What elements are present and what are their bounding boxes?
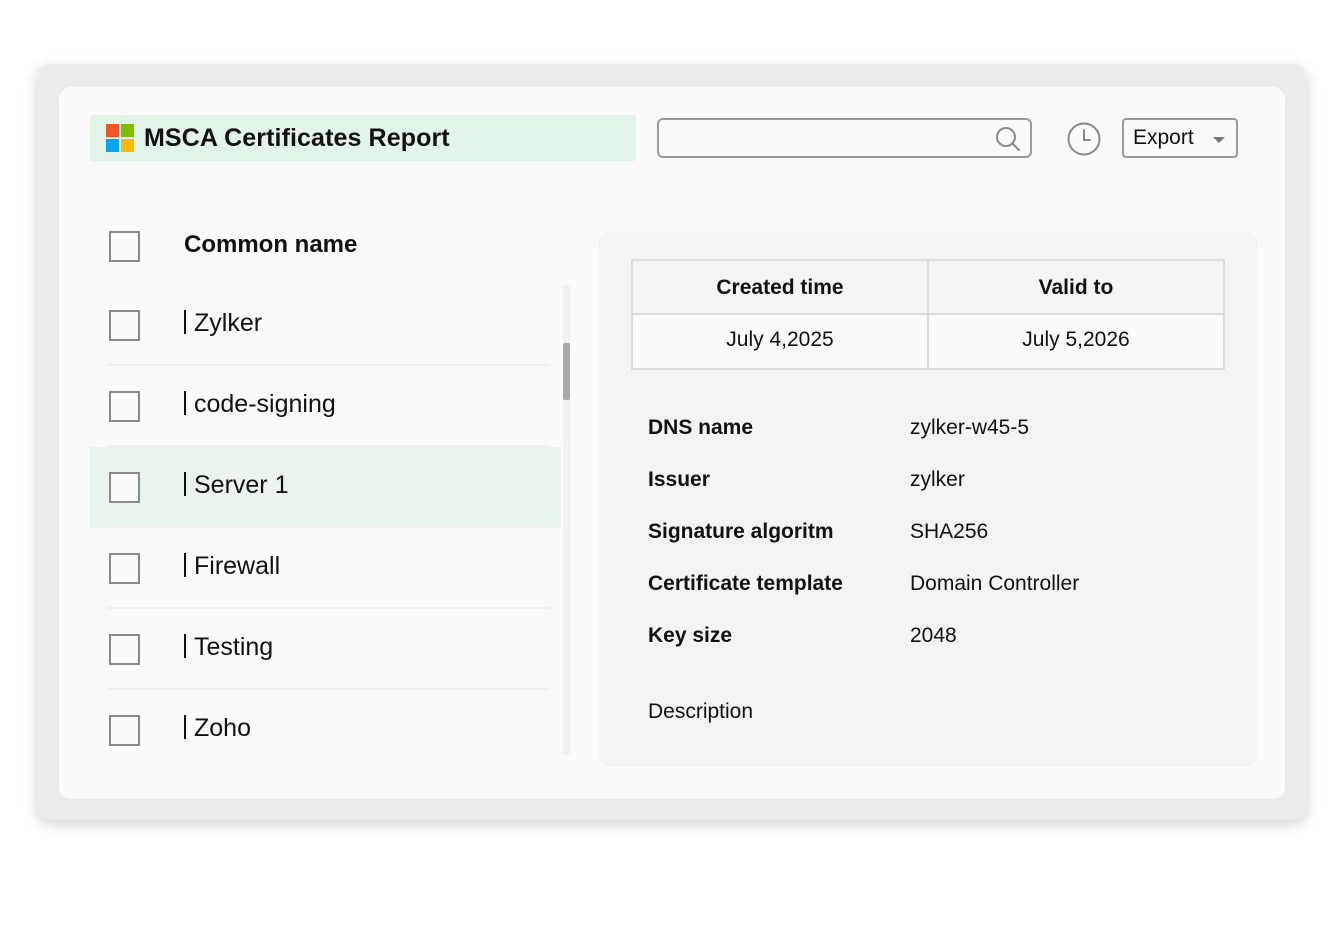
property-row-issuer: Issuer zylker bbox=[648, 468, 1208, 498]
property-value: SHA256 bbox=[910, 520, 989, 543]
property-value: zylker bbox=[910, 468, 965, 491]
property-row-key-size: Key size 2048 bbox=[648, 624, 1208, 654]
row-label: Server 1 bbox=[194, 471, 289, 499]
list-item[interactable]: Firewall bbox=[90, 528, 561, 609]
export-label: Export bbox=[1133, 126, 1194, 149]
report-title-bar: MSCA Certificates Report bbox=[90, 115, 636, 161]
property-key: Certificate template bbox=[648, 572, 843, 595]
property-value: zylker-w45-5 bbox=[910, 416, 1030, 439]
property-key: Key size bbox=[648, 624, 733, 647]
row-label: Firewall bbox=[194, 552, 281, 580]
row-checkbox[interactable] bbox=[109, 553, 140, 584]
search-box[interactable] bbox=[657, 118, 1032, 158]
row-label: code-signing bbox=[194, 390, 336, 418]
list-item[interactable]: Testing bbox=[90, 609, 561, 690]
row-checkbox[interactable] bbox=[109, 310, 140, 341]
property-row-dns-name: DNS name zylker-w45-5 bbox=[648, 416, 1208, 446]
export-dropdown[interactable]: Export bbox=[1122, 118, 1238, 158]
chevron-down-icon bbox=[1213, 137, 1225, 143]
certificate-list: Zylker code-signing Server 1 Firewall Te bbox=[90, 285, 570, 771]
row-checkbox[interactable] bbox=[109, 472, 140, 503]
page-title: MSCA Certificates Report bbox=[144, 123, 450, 152]
list-item[interactable]: code-signing bbox=[90, 366, 561, 447]
list-item[interactable]: Zoho bbox=[90, 690, 561, 771]
row-checkbox[interactable] bbox=[109, 715, 140, 746]
created-time-header: Created time bbox=[716, 276, 844, 299]
list-item-selected[interactable]: Server 1 bbox=[90, 447, 561, 528]
property-key: Signature algoritm bbox=[648, 520, 834, 543]
property-value: 2048 bbox=[910, 624, 957, 647]
property-row-certificate-template: Certificate template Domain Controller bbox=[648, 572, 1208, 602]
property-key: DNS name bbox=[648, 416, 754, 439]
microsoft-logo-icon bbox=[106, 124, 134, 152]
report-panel: MSCA Certificates Report Export Common n… bbox=[59, 87, 1285, 799]
valid-to-value: July 5,2026 bbox=[1022, 328, 1130, 351]
dates-table: Created time Valid to July 4,2025 July 5… bbox=[631, 259, 1225, 370]
row-checkbox[interactable] bbox=[109, 391, 140, 422]
list-item[interactable]: Zylker bbox=[90, 285, 561, 366]
certificate-details-panel: Created time Valid to July 4,2025 July 5… bbox=[599, 232, 1257, 767]
scrollbar-thumb[interactable] bbox=[563, 343, 570, 400]
common-name-header: Common name bbox=[184, 231, 358, 258]
property-value: Domain Controller bbox=[910, 572, 1080, 595]
row-checkbox[interactable] bbox=[109, 634, 140, 665]
row-label: Zoho bbox=[194, 714, 251, 742]
list-header: Common name bbox=[90, 227, 560, 267]
select-all-checkbox[interactable] bbox=[109, 231, 140, 262]
window-frame: MSCA Certificates Report Export Common n… bbox=[37, 64, 1307, 820]
created-time-value: July 4,2025 bbox=[726, 328, 834, 351]
property-row-signature-algorithm: Signature algoritm SHA256 bbox=[648, 520, 1208, 550]
row-label: Testing bbox=[194, 633, 274, 661]
search-icon[interactable] bbox=[994, 125, 1022, 153]
property-key: Issuer bbox=[648, 468, 710, 491]
clock-icon[interactable] bbox=[1066, 121, 1102, 157]
description-label: Description bbox=[648, 700, 754, 723]
row-label: Zylker bbox=[194, 309, 263, 337]
search-input[interactable] bbox=[659, 120, 989, 156]
valid-to-header: Valid to bbox=[1038, 276, 1114, 299]
